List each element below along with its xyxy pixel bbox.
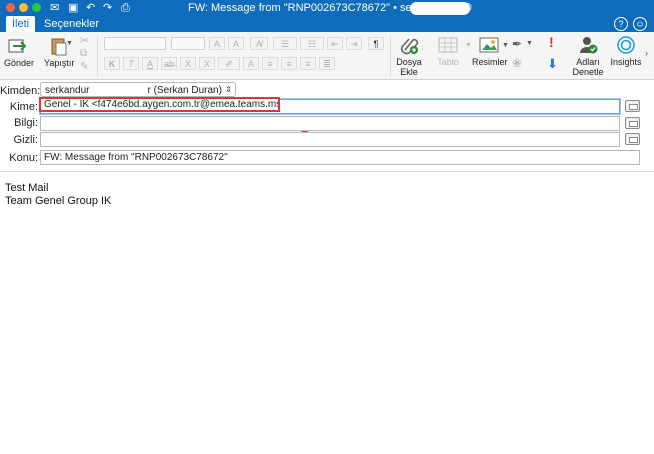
print-icon[interactable]: ⎙ bbox=[121, 1, 130, 15]
table-label: Tablo bbox=[437, 57, 459, 67]
paperclip-icon bbox=[400, 38, 419, 55]
format-painter-icon[interactable]: ✎ bbox=[80, 61, 88, 72]
sticker-icon[interactable]: ❀ bbox=[512, 56, 522, 70]
save-icon[interactable]: ▣ bbox=[68, 1, 78, 15]
redo-icon[interactable]: ↷ bbox=[103, 1, 112, 15]
ribbon-tab-bar: İleti Seçenekler ? ☺ bbox=[0, 16, 654, 32]
increase-indent-icon[interactable]: ⇥ bbox=[346, 37, 362, 50]
bcc-address-book-button[interactable] bbox=[625, 133, 640, 145]
italic-button[interactable]: T bbox=[123, 57, 139, 70]
title-bar: ✉ ▣ ↶ ↷ ⎙ FW: Message from "RNP002673C78… bbox=[0, 0, 654, 16]
draw-dropdown-chevron-icon[interactable]: ▼ bbox=[526, 40, 533, 47]
redaction bbox=[89, 83, 147, 93]
numbering-icon[interactable]: ☷ bbox=[300, 37, 324, 50]
insights-icon bbox=[617, 36, 635, 54]
pictures-label: Resimler bbox=[472, 57, 508, 67]
check-names-button[interactable]: Adları Denetle bbox=[570, 35, 606, 77]
from-chevron-icon: ⇕ bbox=[225, 85, 232, 94]
envelope-icon[interactable]: ✉ bbox=[50, 1, 59, 15]
attach-file-label: Dosya Ekle bbox=[396, 57, 422, 77]
undo-icon[interactable]: ↶ bbox=[86, 1, 95, 15]
subject-field[interactable]: FW: Message from "RNP002673C78672" bbox=[40, 150, 640, 165]
cc-label: Bilgi: bbox=[14, 117, 38, 129]
align-left-icon[interactable]: ≡ bbox=[262, 57, 278, 70]
cc-address-book-button[interactable] bbox=[625, 117, 640, 129]
body-line-1: Test Mail bbox=[5, 182, 49, 194]
ribbon: Gönder Yapıştır ▼ ✂ ⧉ ✎ A A A̸ ☰ ☷ ⇤ ⇥ ¶… bbox=[0, 32, 654, 80]
body-line-2: Team Genel Group IK bbox=[5, 195, 112, 207]
separator bbox=[97, 36, 98, 76]
strikethrough-icon[interactable]: a̶b̶ bbox=[161, 57, 177, 70]
send-label: Gönder bbox=[4, 58, 35, 68]
separator bbox=[390, 36, 391, 76]
justify-icon[interactable]: ≣ bbox=[319, 57, 335, 70]
from-value-end: r (Serkan Duran) bbox=[147, 85, 222, 96]
draw-pen-icon[interactable]: ✒ bbox=[512, 37, 522, 51]
copy-icon[interactable]: ⧉ bbox=[80, 48, 87, 59]
shrink-font-button[interactable]: A bbox=[228, 37, 244, 50]
ribbon-overflow-chevron-icon[interactable]: › bbox=[645, 48, 648, 58]
bold-button[interactable]: K bbox=[104, 57, 120, 70]
decrease-indent-icon[interactable]: ⇤ bbox=[327, 37, 343, 50]
insights-button[interactable]: Insights bbox=[609, 35, 643, 67]
bcc-label: Gizli: bbox=[13, 134, 38, 146]
subscript-button[interactable]: X bbox=[180, 57, 196, 70]
to-address-book-button[interactable] bbox=[625, 100, 640, 112]
picture-icon bbox=[479, 37, 499, 53]
clear-format-icon[interactable]: A̸ bbox=[250, 37, 268, 50]
cc-field[interactable] bbox=[40, 116, 620, 131]
subject-label: Konu: bbox=[9, 152, 38, 164]
check-names-label: Adları Denetle bbox=[572, 57, 604, 77]
paste-label: Yapıştır bbox=[44, 58, 75, 68]
send-icon bbox=[8, 39, 27, 53]
low-importance-icon[interactable]: ⬇ bbox=[547, 56, 558, 72]
highlight-icon[interactable]: ✐ bbox=[218, 57, 240, 70]
minimize-window-button[interactable] bbox=[19, 3, 28, 12]
table-button[interactable]: Tablo bbox=[433, 35, 463, 67]
pictures-button[interactable]: Resimler bbox=[472, 35, 508, 67]
help-icon[interactable]: ? bbox=[614, 17, 628, 31]
grow-font-button[interactable]: A bbox=[209, 37, 225, 50]
font-name-select[interactable] bbox=[104, 37, 166, 50]
tab-secenekler[interactable]: Seçenekler bbox=[38, 16, 105, 32]
from-account-select[interactable]: serkandur r (Serkan Duran) ⇕ bbox=[40, 82, 236, 97]
bullets-icon[interactable]: ☰ bbox=[273, 37, 297, 50]
from-value-start: serkandur bbox=[45, 85, 90, 96]
paste-dropdown-chevron-icon[interactable]: ▼ bbox=[66, 40, 73, 47]
zoom-window-button[interactable] bbox=[32, 3, 41, 12]
to-recipient-token[interactable]: Genel - IK <f474e6bd.aygen.com.tr@emea.t… bbox=[39, 97, 280, 112]
superscript-button[interactable]: X bbox=[199, 57, 215, 70]
message-body[interactable]: Test Mail Team Genel Group IK bbox=[0, 172, 654, 454]
attach-file-button[interactable]: Dosya Ekle bbox=[392, 35, 426, 77]
table-dropdown-chevron-icon[interactable]: ▼ bbox=[465, 42, 472, 49]
underline-button[interactable]: A bbox=[142, 57, 158, 70]
cut-icon[interactable]: ✂ bbox=[80, 34, 89, 47]
person-check-icon bbox=[580, 37, 598, 54]
paragraph-mark-icon[interactable]: ¶ bbox=[368, 37, 384, 50]
pictures-dropdown-chevron-icon[interactable]: ▼ bbox=[502, 42, 509, 49]
align-right-icon[interactable]: ≡ bbox=[300, 57, 316, 70]
bcc-field[interactable] bbox=[40, 132, 620, 147]
smiley-icon[interactable]: ☺ bbox=[633, 17, 647, 31]
font-color-icon[interactable]: A bbox=[243, 57, 259, 70]
close-window-button[interactable] bbox=[6, 3, 15, 12]
high-importance-icon[interactable]: ! bbox=[549, 34, 554, 50]
table-icon bbox=[438, 37, 458, 53]
align-center-icon[interactable]: ≡ bbox=[281, 57, 297, 70]
font-size-select[interactable] bbox=[171, 37, 205, 50]
from-label: Kimden: bbox=[0, 85, 41, 97]
insights-label: Insights bbox=[610, 57, 642, 67]
redaction bbox=[410, 2, 470, 15]
tab-ileti[interactable]: İleti bbox=[6, 16, 36, 32]
send-button[interactable]: Gönder bbox=[4, 36, 34, 68]
to-label: Kime: bbox=[9, 101, 38, 113]
